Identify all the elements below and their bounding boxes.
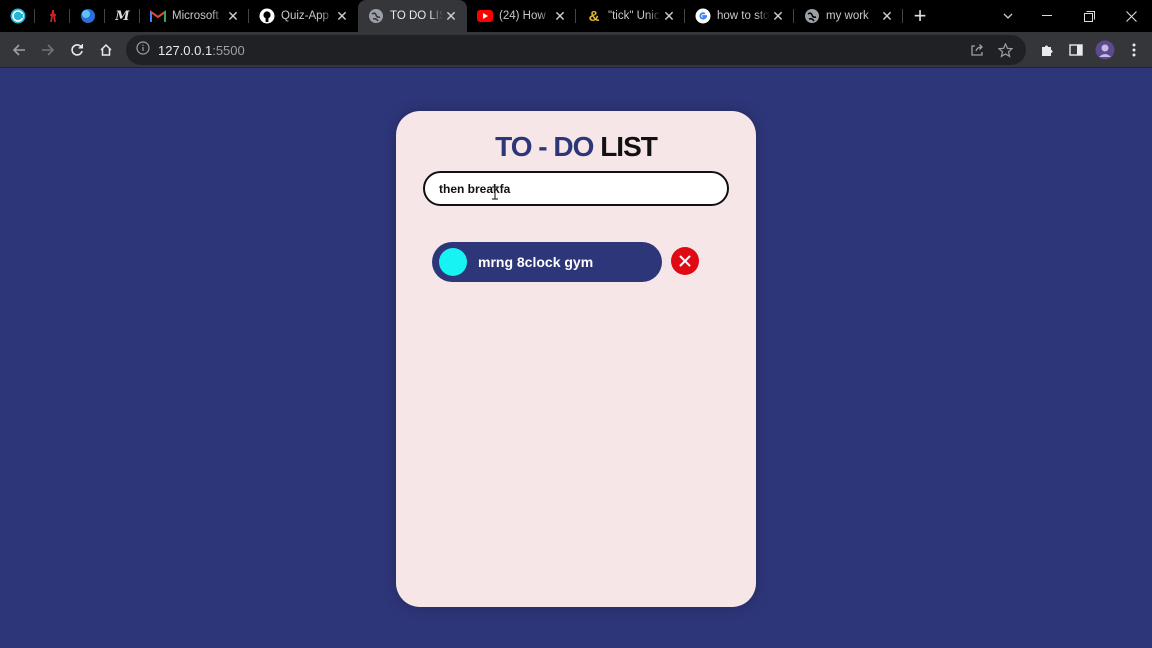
minimize-icon[interactable] xyxy=(1026,0,1068,32)
site-info-icon[interactable] xyxy=(136,40,150,60)
url-text: 127.0.0.1:5500 xyxy=(158,43,245,58)
reload-icon[interactable] xyxy=(62,36,91,64)
tab-todo-list[interactable]: TO DO LIST ✕ xyxy=(358,0,467,32)
side-panel-icon[interactable] xyxy=(1061,36,1090,64)
back-arrow-icon[interactable] xyxy=(4,36,33,64)
tab-youtube[interactable]: (24) How ✕ xyxy=(467,0,576,32)
m-icon: M xyxy=(115,8,130,24)
tab-close-icon[interactable]: ✕ xyxy=(225,8,241,24)
forward-arrow-icon[interactable] xyxy=(33,36,62,64)
tab-title: how to sto xyxy=(717,10,770,22)
pinned-tab-red[interactable] xyxy=(35,0,70,32)
tab-microsoft[interactable]: Microsoft ✕ xyxy=(140,0,249,32)
restore-icon[interactable] xyxy=(1068,0,1110,32)
figure-icon xyxy=(49,9,56,23)
url-port: :5500 xyxy=(212,42,245,58)
task-input[interactable] xyxy=(423,171,729,206)
pinned-tab-m[interactable]: M xyxy=(105,0,140,32)
canva-icon xyxy=(10,8,25,24)
profile-avatar[interactable] xyxy=(1090,36,1119,64)
toolbar-right xyxy=(1032,36,1148,64)
delete-button[interactable] xyxy=(671,247,699,275)
ampersand-icon: & xyxy=(588,7,600,25)
extensions-puzzle-icon[interactable] xyxy=(1032,36,1061,64)
orb-icon xyxy=(80,9,95,23)
window-controls xyxy=(1026,0,1152,32)
todo-item[interactable]: mrng 8clock gym xyxy=(432,242,662,282)
tab-close-icon[interactable]: ✕ xyxy=(770,8,786,24)
close-icon xyxy=(679,255,691,267)
title-list: LIST xyxy=(600,131,658,162)
tab-title: TO DO LIST xyxy=(390,10,443,22)
share-icon[interactable] xyxy=(962,36,991,64)
text-cursor-icon xyxy=(492,186,498,200)
tab-close-icon[interactable]: ✕ xyxy=(879,8,895,24)
todo-card: TO - DO LIST mrng 8clock gym xyxy=(396,111,756,607)
title-todo: TO - DO xyxy=(495,131,594,162)
pinned-tab-canva[interactable] xyxy=(0,0,35,32)
tab-title: (24) How xyxy=(499,10,546,22)
globe-icon xyxy=(368,8,384,24)
tab-title: "tick" Unic xyxy=(608,10,660,22)
bookmark-star-icon[interactable] xyxy=(991,36,1020,64)
tab-close-icon[interactable]: ✕ xyxy=(443,8,459,24)
more-menu-icon[interactable] xyxy=(1119,36,1148,64)
close-window-icon[interactable] xyxy=(1110,0,1152,32)
tab-close-icon[interactable]: ✕ xyxy=(552,8,568,24)
tab-tick-unicode[interactable]: & "tick" Unic ✕ xyxy=(576,0,685,32)
gmail-icon xyxy=(150,8,166,24)
tab-my-work[interactable]: my work ✕ xyxy=(794,0,903,32)
browser-toolbar: 127.0.0.1:5500 xyxy=(0,32,1152,68)
youtube-icon xyxy=(477,8,493,24)
home-icon[interactable] xyxy=(91,36,120,64)
google-icon xyxy=(695,8,711,24)
page-title: TO - DO LIST xyxy=(396,131,756,163)
tab-title: Microsoft xyxy=(172,10,219,22)
github-icon xyxy=(259,8,275,24)
page-viewport: TO - DO LIST mrng 8clock gym xyxy=(0,69,1152,648)
todo-text: mrng 8clock gym xyxy=(478,254,594,270)
tab-close-icon[interactable]: ✕ xyxy=(661,8,677,24)
tab-title: Quiz-App xyxy=(281,10,329,22)
tab-strip: M Microsoft ✕ Quiz-App ✕ TO DO LIST ✕ (2… xyxy=(0,0,1152,32)
globe-icon xyxy=(804,8,820,24)
pinned-tab-edge[interactable] xyxy=(70,0,105,32)
tab-search-chevron-icon[interactable] xyxy=(998,0,1018,32)
new-tab-button[interactable]: + xyxy=(905,0,935,32)
tab-close-icon[interactable]: ✕ xyxy=(334,8,350,24)
check-circle[interactable] xyxy=(439,248,467,276)
address-bar[interactable]: 127.0.0.1:5500 xyxy=(126,35,1026,65)
tab-quiz-app[interactable]: Quiz-App ✕ xyxy=(249,0,358,32)
tab-title: my work xyxy=(826,10,869,22)
tab-google-search[interactable]: how to sto ✕ xyxy=(685,0,794,32)
url-host: 127.0.0.1 xyxy=(158,42,213,58)
